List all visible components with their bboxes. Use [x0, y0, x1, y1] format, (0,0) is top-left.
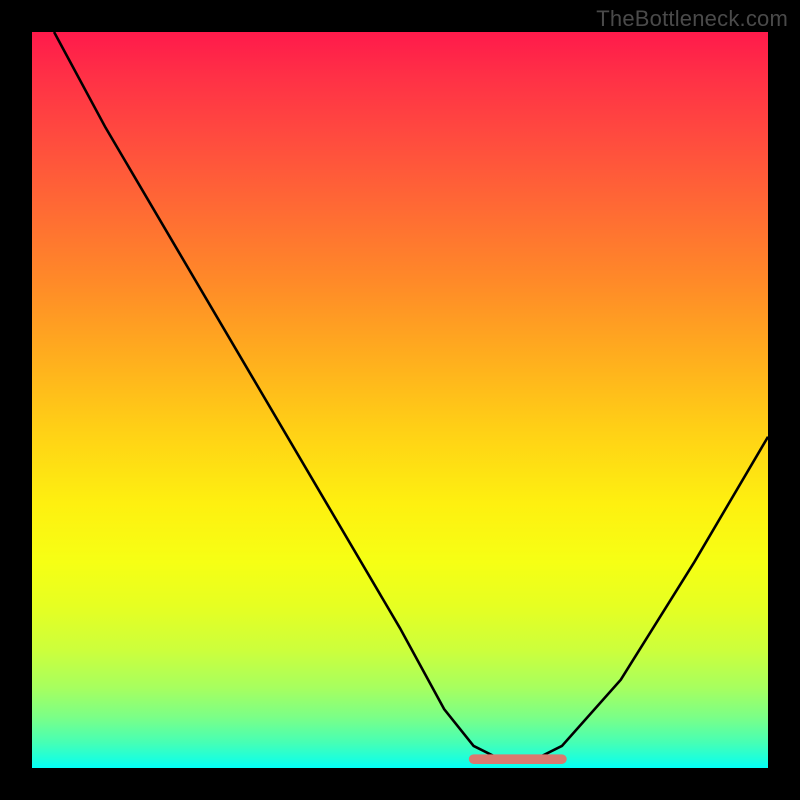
chart-frame: TheBottleneck.com — [0, 0, 800, 800]
watermark-text: TheBottleneck.com — [596, 6, 788, 32]
accent-layer — [32, 32, 768, 768]
plot-area — [32, 32, 768, 768]
